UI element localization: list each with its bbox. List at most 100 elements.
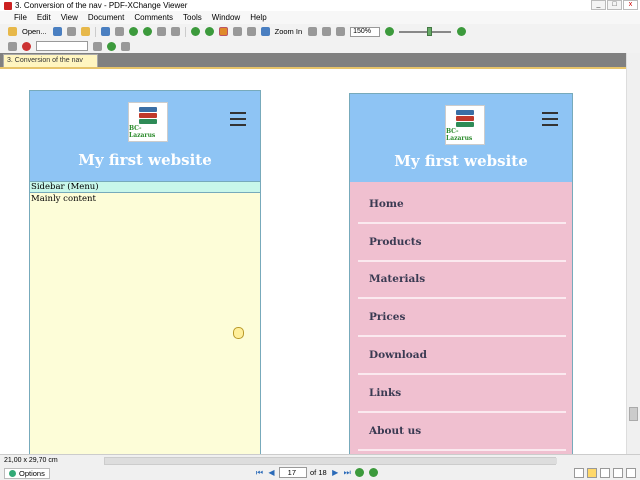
- page-count: of 18: [310, 468, 327, 477]
- next-page-icon[interactable]: ▶: [331, 468, 340, 478]
- menu-document[interactable]: Document: [88, 13, 124, 22]
- app-icon: [4, 1, 12, 10]
- rotate-right-icon[interactable]: [204, 27, 214, 36]
- menu-window[interactable]: Window: [212, 13, 240, 22]
- menu-view[interactable]: View: [61, 13, 78, 22]
- back-icon[interactable]: [128, 27, 138, 36]
- open-folder-icon[interactable]: [8, 27, 17, 36]
- nav-item-products[interactable]: Products: [358, 224, 566, 262]
- first-page-icon[interactable]: ⏮: [255, 468, 264, 478]
- horizontal-scroll-row: 21,00 x 29,70 cm: [0, 454, 640, 466]
- maximize-button[interactable]: □: [607, 0, 622, 10]
- status-bar: Options ⏮ ◀ 17 of 18 ▶ ⏭: [0, 466, 640, 480]
- zoom-slider-thumb[interactable]: [427, 26, 433, 36]
- document-tab-label: 3. Conversion of the nav: [7, 57, 83, 64]
- last-page-icon[interactable]: ⏭: [343, 468, 352, 478]
- zoom-in-icon[interactable]: [260, 27, 270, 36]
- redo-icon[interactable]: [170, 27, 180, 36]
- print-icon[interactable]: [66, 27, 76, 36]
- continuous-facing-icon[interactable]: [613, 468, 623, 478]
- site-title: My first website: [78, 151, 212, 169]
- window-controls: _ □ x: [591, 0, 638, 10]
- previous-page-icon[interactable]: ◀: [267, 468, 276, 478]
- nav-item-home[interactable]: Home: [358, 186, 566, 224]
- right-header: BC-Lazarus My first website: [350, 94, 572, 182]
- scan-icon[interactable]: [80, 27, 90, 36]
- options-label: Options: [19, 468, 45, 478]
- secondary-toolbar: [0, 39, 640, 53]
- logo-text: BC-Lazarus: [129, 124, 156, 139]
- logo-text: BC-Lazarus: [446, 127, 473, 142]
- vertical-scroll-thumb[interactable]: [629, 407, 638, 421]
- books-icon: [454, 109, 476, 127]
- nav-item-materials[interactable]: Materials: [358, 262, 566, 300]
- toolbar-separator: [184, 26, 186, 37]
- close-button[interactable]: x: [623, 0, 638, 10]
- menu-edit[interactable]: Edit: [37, 13, 51, 22]
- right-layout-mockup: BC-Lazarus My first website Home Product…: [349, 93, 573, 454]
- fullscreen-icon[interactable]: [626, 468, 636, 478]
- nav-item-about-us[interactable]: About us: [358, 413, 566, 451]
- undo-icon[interactable]: [156, 27, 166, 36]
- forward-icon[interactable]: [142, 27, 152, 36]
- search-input[interactable]: [36, 41, 88, 51]
- typewriter-icon[interactable]: [93, 41, 102, 51]
- rotate-left-icon[interactable]: [190, 27, 200, 36]
- zoom-select[interactable]: 150%: [350, 26, 381, 37]
- nav-item-prices[interactable]: Prices: [358, 299, 566, 338]
- nav-menu: Home Products Materials Prices Download …: [358, 186, 566, 451]
- minimize-button[interactable]: _: [591, 0, 606, 10]
- document-tab-strip: 3. Conversion of the nav x: [0, 53, 640, 67]
- zoom-in-small-icon[interactable]: [457, 27, 467, 36]
- site-title: My first website: [394, 152, 528, 170]
- history-back-icon[interactable]: [354, 468, 364, 477]
- shapes-icon[interactable]: [121, 41, 130, 51]
- main-content-label: Mainly content: [31, 194, 96, 204]
- menu-tools[interactable]: Tools: [183, 13, 202, 22]
- continuous-page-icon[interactable]: [587, 468, 597, 478]
- hand-tool-icon[interactable]: [218, 27, 228, 36]
- options-button[interactable]: Options: [4, 467, 50, 479]
- actual-size-icon[interactable]: [308, 27, 318, 36]
- horizontal-scrollbar[interactable]: [104, 457, 557, 465]
- single-page-icon[interactable]: [574, 468, 584, 478]
- title-bar: 3. Conversion of the nav - PDF-XChange V…: [0, 0, 640, 11]
- export-icon[interactable]: [114, 27, 124, 36]
- view-icon[interactable]: [8, 41, 17, 51]
- options-icon: [9, 469, 16, 477]
- zoom-out-icon[interactable]: [385, 27, 395, 36]
- fit-page-icon[interactable]: [322, 27, 332, 36]
- toolbar-separator: [94, 26, 96, 37]
- left-header: BC-Lazarus My first website: [30, 91, 260, 181]
- zoom-in-button[interactable]: Zoom In: [275, 27, 303, 36]
- hamburger-menu-icon[interactable]: [542, 112, 558, 126]
- history-forward-icon[interactable]: [368, 468, 378, 477]
- horizontal-scroll-thumb[interactable]: [105, 458, 557, 464]
- stamp-icon[interactable]: [107, 41, 116, 51]
- nav-item-download[interactable]: Download: [358, 337, 566, 375]
- sidebar-label: Sidebar (Menu): [30, 181, 260, 193]
- facing-pages-icon[interactable]: [600, 468, 610, 478]
- nav-item-links[interactable]: Links: [358, 375, 566, 413]
- fit-width-icon[interactable]: [336, 27, 346, 36]
- zoom-slider[interactable]: [399, 26, 452, 36]
- open-button[interactable]: Open...: [22, 27, 47, 36]
- window-title: 3. Conversion of the nav - PDF-XChange V…: [15, 1, 188, 10]
- document-tab[interactable]: 3. Conversion of the nav: [3, 54, 98, 67]
- document-page[interactable]: BC-Lazarus My first website Sidebar (Men…: [0, 69, 626, 454]
- hamburger-menu-icon[interactable]: [230, 112, 246, 126]
- snapshot-icon[interactable]: [246, 27, 256, 36]
- email-icon[interactable]: [100, 27, 110, 36]
- show-hide-icon[interactable]: [22, 41, 31, 51]
- menu-bar: File Edit View Document Comments Tools W…: [0, 11, 640, 24]
- current-page-input[interactable]: 17: [279, 467, 307, 478]
- menu-comments[interactable]: Comments: [134, 13, 173, 22]
- menu-help[interactable]: Help: [250, 13, 266, 22]
- page-layout-buttons: [574, 468, 636, 478]
- save-icon[interactable]: [52, 27, 62, 36]
- books-icon: [137, 106, 159, 124]
- menu-file[interactable]: File: [14, 13, 27, 22]
- select-text-icon[interactable]: [232, 27, 242, 36]
- vertical-scrollbar[interactable]: [626, 53, 640, 454]
- left-layout-mockup: BC-Lazarus My first website Sidebar (Men…: [29, 90, 261, 454]
